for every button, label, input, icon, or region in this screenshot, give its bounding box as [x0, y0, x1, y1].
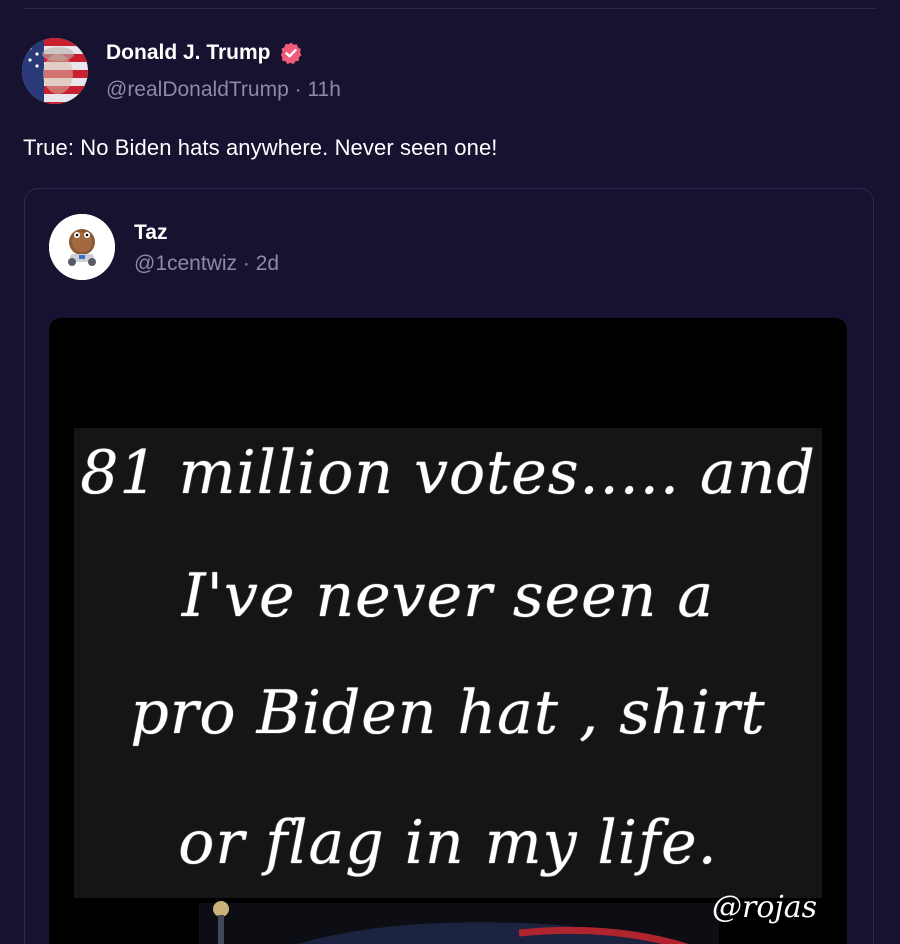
- image-text-line: pro Biden hat , shirt: [130, 678, 766, 748]
- quoted-author-handle-time: @1centwiz · 2d: [134, 252, 280, 275]
- hat-photo-fragment: [199, 901, 719, 944]
- image-text-line: 81 million votes..... and: [80, 438, 816, 508]
- truth-social-post-view: Donald J. Trump @realDonaldTrump · 11h T…: [0, 0, 900, 944]
- quoted-post-card[interactable]: Taz @1centwiz · 2d 81 million votes.....…: [24, 188, 874, 944]
- verified-badge-icon: [279, 41, 303, 65]
- divider: [24, 8, 876, 9]
- author-name[interactable]: Donald J. Trump: [106, 41, 303, 65]
- post-text: True: No Biden hats anywhere. Never seen…: [23, 135, 498, 160]
- quoted-author-avatar[interactable]: [49, 214, 115, 280]
- image-text-line: or flag in my life.: [178, 808, 718, 878]
- quoted-author-name[interactable]: Taz: [134, 221, 167, 245]
- author-handle-time: @realDonaldTrump · 11h: [106, 78, 341, 101]
- author-name-text: Donald J. Trump: [106, 41, 271, 64]
- author-avatar[interactable]: [22, 38, 88, 104]
- image-watermark: @rojas: [712, 890, 817, 925]
- image-text-line: I've never seen a: [181, 561, 715, 631]
- quoted-post-image[interactable]: 81 million votes..... and I've never see…: [49, 318, 847, 944]
